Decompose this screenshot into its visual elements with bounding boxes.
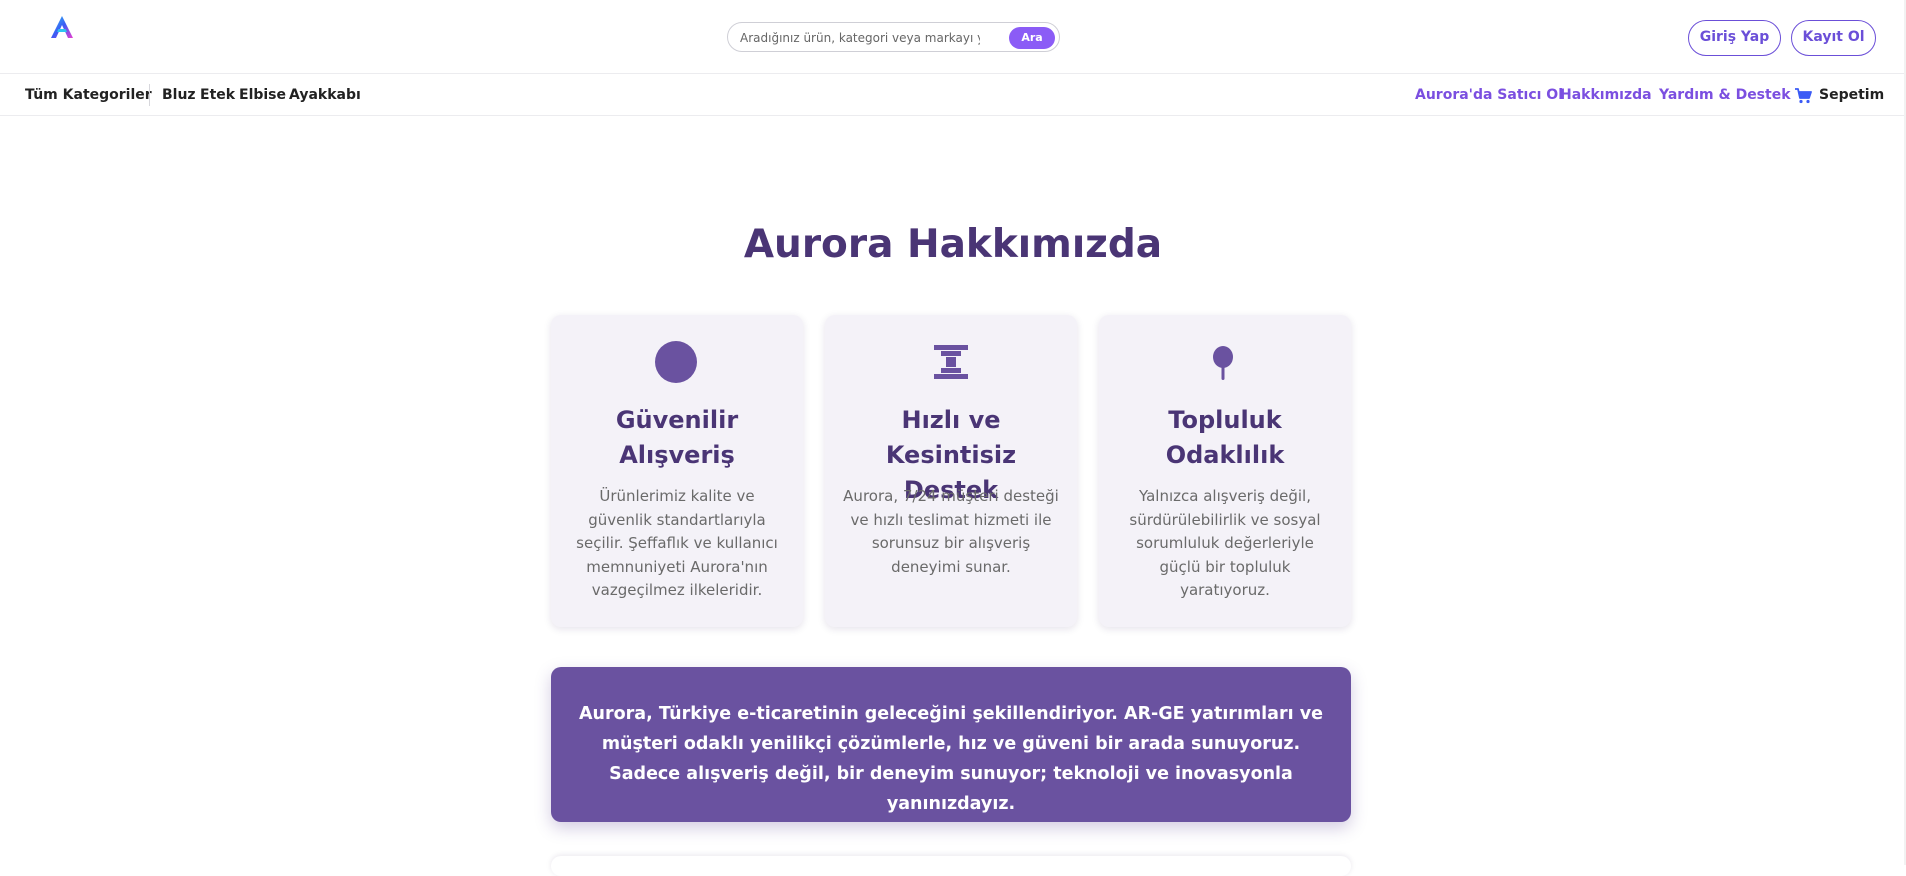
- nav-about[interactable]: Hakkımızda: [1560, 87, 1652, 103]
- card-description: Ürünlerimiz kalite ve güvenlik standartl…: [576, 487, 778, 600]
- nav-help-support[interactable]: Yardım & Destek: [1659, 87, 1791, 103]
- register-button[interactable]: Kayıt Ol: [1791, 20, 1876, 56]
- mission-banner-text: Aurora, Türkiye e-ticaretinin geleceğini…: [579, 704, 1323, 814]
- search-input[interactable]: [740, 28, 980, 48]
- nav-category-bluz[interactable]: Bluz: [162, 87, 196, 103]
- nav-cart-label[interactable]: Sepetim: [1819, 87, 1884, 103]
- hourglass-icon: [934, 345, 968, 379]
- search-button[interactable]: Ara: [1009, 27, 1055, 49]
- feature-card-trust: Güvenilir Alışveriş Ürünlerimiz kalite v…: [551, 315, 803, 627]
- top-header: Ara Giriş Yap Kayıt Ol: [0, 0, 1906, 74]
- nav-category-elbise[interactable]: Elbise: [239, 87, 286, 103]
- nav-become-seller[interactable]: Aurora'da Satıcı Ol: [1415, 87, 1563, 103]
- nav-divider: [149, 84, 150, 106]
- feature-card-support: Hızlı ve Kesintisiz Destek Aurora, 7/24 …: [825, 315, 1077, 627]
- card-title: Topluluk Odaklılık: [1165, 406, 1285, 469]
- card-title: Güvenilir Alışveriş: [615, 406, 739, 469]
- category-nav: Tüm Kategoriler Bluz Etek Elbise Ayakkab…: [0, 75, 1906, 116]
- card-description: Aurora, 7/24 müşteri desteği ve hızlı te…: [843, 487, 1059, 576]
- next-section-card: [551, 856, 1351, 876]
- card-description: Yalnızca alışveriş değil, sürdürülebilir…: [1129, 487, 1321, 600]
- feature-card-community: Topluluk Odaklılık Yalnızca alışveriş de…: [1099, 315, 1351, 627]
- search-bar: Ara: [727, 22, 1060, 52]
- login-button[interactable]: Giriş Yap: [1688, 20, 1781, 56]
- nav-category-ayakkabi[interactable]: Ayakkabı: [289, 87, 361, 103]
- cart-icon[interactable]: [1794, 88, 1812, 104]
- mission-banner: Aurora, Türkiye e-ticaretinin geleceğini…: [551, 667, 1351, 822]
- nav-all-categories[interactable]: Tüm Kategoriler: [25, 87, 152, 103]
- tree-icon: [1213, 346, 1233, 380]
- nav-category-etek[interactable]: Etek: [200, 87, 235, 103]
- circle-icon: [655, 341, 697, 383]
- aurora-a-logo-icon[interactable]: [48, 14, 76, 40]
- page-title: Aurora Hakkımızda: [743, 222, 1163, 267]
